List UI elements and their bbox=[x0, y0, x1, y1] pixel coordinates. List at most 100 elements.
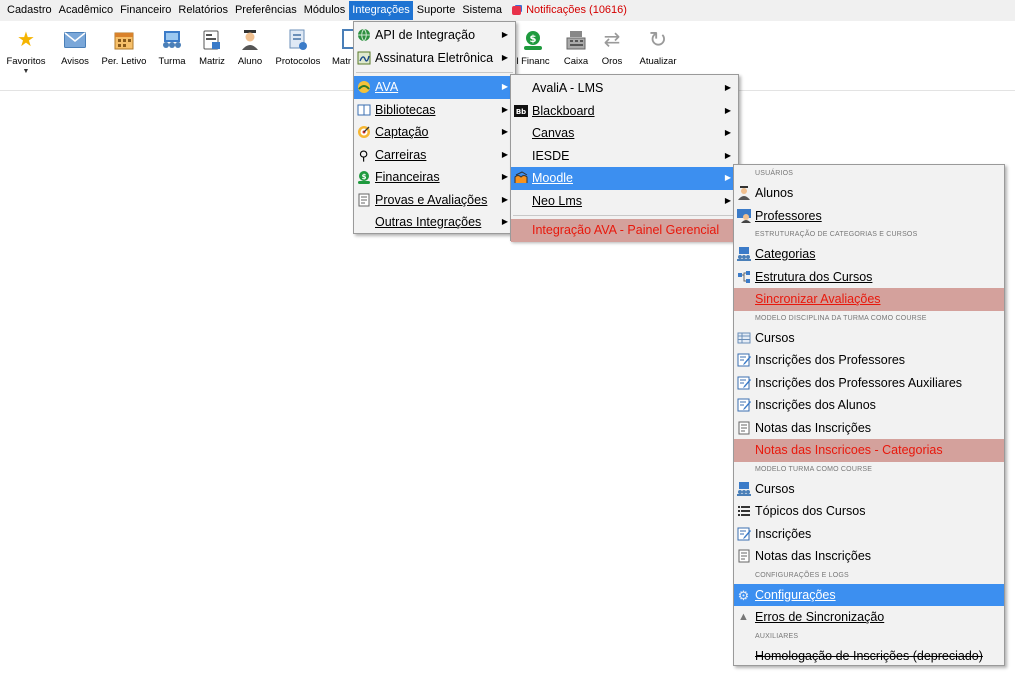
protocolos-button[interactable]: Protocolos bbox=[273, 27, 323, 67]
menu-item-api-integracao[interactable]: API de Integração ▶ bbox=[354, 24, 515, 47]
teacher-icon bbox=[736, 208, 751, 224]
career-icon: ⚲ bbox=[358, 147, 369, 163]
per-letivo-button[interactable]: Per. Letivo bbox=[100, 27, 148, 67]
menu-item-professores[interactable]: Professores bbox=[734, 205, 1004, 228]
notifications-menu[interactable]: Notificações (10616) bbox=[509, 1, 630, 20]
menu-suporte[interactable]: Suporte bbox=[414, 1, 459, 20]
matrix-icon bbox=[200, 29, 224, 51]
protocol-icon bbox=[286, 29, 310, 51]
tree-icon bbox=[736, 270, 751, 285]
menu-modulos[interactable]: Módulos bbox=[301, 1, 349, 20]
menu-item-notas-inscricoes-turma[interactable]: Notas das Inscrições bbox=[734, 545, 1004, 568]
moodle-submenu: USUÁRIOS Alunos Professores ESTRUTURAÇÃO… bbox=[733, 164, 1005, 666]
menu-item-carreiras[interactable]: ⚲ Carreiras ▶ bbox=[354, 144, 515, 167]
menu-item-cursos-turma[interactable]: Cursos bbox=[734, 478, 1004, 501]
menu-item-notas-inscricoes-categorias[interactable]: Notas das Inscricoes - Categorias bbox=[734, 439, 1004, 462]
menu-item-inscricoes-alunos[interactable]: Inscrições dos Alunos bbox=[734, 394, 1004, 417]
menu-item-notas-inscricoes[interactable]: Notas das Inscrições bbox=[734, 417, 1004, 440]
menu-item-blackboard[interactable]: Bb Blackboard ▶ bbox=[511, 100, 738, 123]
class-icon bbox=[736, 247, 751, 262]
caixa-button[interactable]: Caixa bbox=[561, 27, 591, 67]
menu-item-cursos[interactable]: Cursos bbox=[734, 327, 1004, 350]
student-icon bbox=[736, 186, 751, 201]
refresh-icon: ↻ bbox=[648, 27, 668, 52]
menu-item-integracao-ava-painel[interactable]: Integração AVA - Painel Gerencial bbox=[511, 219, 738, 242]
menu-item-assinatura-eletronica[interactable]: Assinatura Eletrônica ▶ bbox=[354, 47, 515, 70]
menu-item-configuracoes[interactable]: ⚙ Configurações bbox=[734, 583, 1004, 606]
chevron-right-icon: ▶ bbox=[724, 195, 731, 205]
menu-item-inscricoes[interactable]: Inscrições bbox=[734, 523, 1004, 546]
ava-icon bbox=[356, 80, 371, 95]
calendar-icon bbox=[112, 29, 136, 51]
menu-item-inscricoes-professores-auxiliares[interactable]: Inscrições dos Professores Auxiliares bbox=[734, 372, 1004, 395]
menu-integracoes[interactable]: Integrações bbox=[349, 1, 413, 20]
menu-cadastro[interactable]: Cadastro bbox=[4, 1, 55, 20]
ava-submenu: AvaliA - LMS ▶ Bb Blackboard ▶ Canvas ▶ … bbox=[510, 74, 739, 242]
menu-item-estrutura-cursos[interactable]: Estrutura dos Cursos bbox=[734, 266, 1004, 289]
atualizar-button[interactable]: ↻ Atualizar bbox=[636, 27, 680, 68]
integracoes-menu: API de Integração ▶ Assinatura Eletrônic… bbox=[353, 21, 516, 234]
aluno-button[interactable]: Aluno bbox=[234, 27, 266, 67]
section-header: USUÁRIOS bbox=[755, 170, 794, 177]
svg-text:$: $ bbox=[530, 34, 537, 45]
class-icon bbox=[160, 29, 184, 51]
matricula-button[interactable]: Matr bbox=[332, 27, 354, 67]
menu-item-neo-lms[interactable]: Neo Lms ▶ bbox=[511, 190, 738, 213]
book-icon bbox=[356, 103, 371, 118]
menu-academico[interactable]: Acadêmico bbox=[56, 1, 116, 20]
money-bag-icon: $ bbox=[521, 29, 545, 51]
exam-icon bbox=[356, 193, 371, 208]
svg-text:$: $ bbox=[361, 173, 366, 181]
matriz-button[interactable]: Matriz bbox=[195, 27, 229, 67]
favoritos-button[interactable]: ★ Favoritos ▼ bbox=[5, 27, 47, 75]
menu-preferencias[interactable]: Preferências bbox=[232, 1, 300, 20]
menu-item-ava[interactable]: AVA ▶ bbox=[354, 76, 515, 99]
menu-item-provas-avaliacoes[interactable]: Provas e Avaliações ▶ bbox=[354, 189, 515, 212]
target-icon bbox=[356, 125, 371, 140]
menu-item-inscricoes-professores[interactable]: Inscrições dos Professores bbox=[734, 349, 1004, 372]
signature-icon bbox=[356, 51, 371, 66]
menu-item-avalia-lms[interactable]: AvaliA - LMS ▶ bbox=[511, 77, 738, 100]
list-icon bbox=[736, 504, 751, 519]
menu-separator bbox=[356, 72, 513, 73]
exam-icon bbox=[736, 421, 751, 436]
menu-item-sincronizar-avaliacoes[interactable]: Sincronizar Avaliações bbox=[734, 288, 1004, 311]
chevron-right-icon: ▶ bbox=[501, 82, 508, 91]
svg-text:Bb: Bb bbox=[515, 108, 525, 116]
menu-bar: Cadastro Acadêmico Financeiro Relatórios… bbox=[0, 0, 1015, 21]
edit-form-icon bbox=[736, 527, 751, 542]
menu-item-alunos[interactable]: Alunos bbox=[734, 182, 1004, 205]
chevron-right-icon: ▶ bbox=[724, 173, 731, 182]
money-icon: $ bbox=[356, 170, 371, 185]
menu-item-outras-integracoes[interactable]: Outras Integrações ▶ bbox=[354, 211, 515, 234]
avisos-button[interactable]: Avisos bbox=[58, 27, 92, 67]
oros-button[interactable]: ⇄ Oros bbox=[597, 27, 627, 67]
document-icon bbox=[338, 29, 354, 51]
edit-form-icon bbox=[736, 398, 751, 413]
menu-item-captacao[interactable]: Captação ▶ bbox=[354, 121, 515, 144]
menu-relatorios[interactable]: Relatórios bbox=[175, 1, 231, 20]
menu-item-moodle[interactable]: Moodle ▶ bbox=[511, 167, 738, 190]
blackboard-icon: Bb bbox=[513, 104, 528, 119]
chevron-right-icon: ▶ bbox=[501, 172, 508, 181]
menu-item-canvas[interactable]: Canvas ▶ bbox=[511, 122, 738, 145]
menu-item-topicos-cursos[interactable]: Tópicos dos Cursos bbox=[734, 500, 1004, 523]
notifications-label: Notificações (10616) bbox=[526, 4, 627, 16]
class-icon bbox=[736, 481, 751, 497]
menu-item-homologacao-inscricoes[interactable]: Homologação de Inscrições (depreciado) bbox=[734, 645, 1004, 668]
section-header: MODELO DISCIPLINA DA TURMA COMO COURSE bbox=[755, 314, 927, 322]
chevron-down-icon: ▼ bbox=[22, 68, 30, 75]
envelope-icon bbox=[63, 29, 87, 51]
menu-sistema[interactable]: Sistema bbox=[459, 1, 505, 20]
turma-button[interactable]: Turma bbox=[155, 27, 189, 67]
menu-item-categorias[interactable]: Categorias bbox=[734, 243, 1004, 266]
menu-item-iesde[interactable]: IESDE ▶ bbox=[511, 145, 738, 168]
financ-button[interactable]: $ l Financ bbox=[516, 27, 550, 67]
menu-item-financeiras[interactable]: $ Financeiras ▶ bbox=[354, 166, 515, 189]
menu-item-erros-sincronizacao[interactable]: ▲ Erros de Sincronização bbox=[734, 606, 1004, 629]
warning-icon: ▲ bbox=[738, 611, 749, 623]
menu-financeiro[interactable]: Financeiro bbox=[117, 1, 174, 20]
edit-form-icon bbox=[736, 376, 751, 391]
globe-icon bbox=[356, 28, 371, 43]
menu-item-bibliotecas[interactable]: Bibliotecas ▶ bbox=[354, 99, 515, 122]
